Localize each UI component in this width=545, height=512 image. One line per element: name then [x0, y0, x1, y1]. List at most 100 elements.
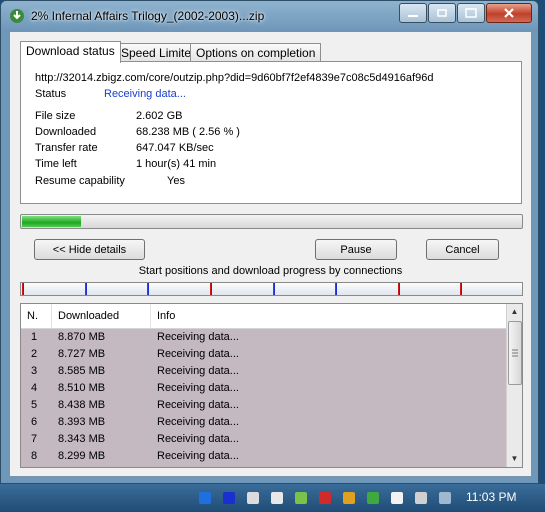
downloaded-label: Downloaded — [35, 126, 97, 138]
table-scrollbar[interactable]: ▲ ▼ — [506, 304, 522, 467]
column-header-number[interactable]: N. — [21, 304, 52, 328]
tab-speed-limiter[interactable]: Speed Limiter — [115, 43, 202, 62]
downloaded-value: 68.238 MB ( 2.56 % ) — [136, 126, 240, 138]
shield-icon[interactable] — [365, 490, 381, 506]
cell-info: Receiving data... — [157, 450, 239, 462]
cell-downloaded: 8.510 MB — [58, 382, 106, 394]
connections-progress-bar — [20, 282, 523, 296]
cell-number: 2 — [31, 348, 38, 360]
resume-capability-label: Resume capability — [35, 175, 125, 187]
connection-progress-marker — [399, 283, 400, 295]
monitor-icon[interactable] — [437, 490, 453, 506]
cell-number: 8 — [31, 450, 38, 462]
cell-number: 7 — [31, 433, 38, 445]
antivirus-icon[interactable] — [317, 490, 333, 506]
device-icon[interactable] — [413, 490, 429, 506]
network-icon[interactable] — [269, 490, 285, 506]
cancel-button[interactable]: Cancel — [426, 239, 499, 260]
cell-number: 6 — [31, 416, 38, 428]
close-button[interactable] — [486, 3, 532, 23]
tab-options-on-completion[interactable]: Options on completion — [190, 43, 322, 62]
app-icon[interactable] — [341, 490, 357, 506]
idm-app-icon — [10, 9, 24, 23]
cell-downloaded: 8.343 MB — [58, 433, 106, 445]
file-size-value: 2.602 GB — [136, 110, 183, 122]
cell-info: Receiving data... — [157, 433, 239, 445]
table-row[interactable]: 1 8.870 MB Receiving data... — [21, 329, 507, 346]
close-icon — [504, 8, 514, 18]
cell-downloaded: 8.438 MB — [58, 399, 106, 411]
minimize-icon — [408, 15, 418, 17]
connection-progress-marker — [148, 283, 149, 295]
status-label: Status — [35, 88, 67, 100]
minimize-button[interactable] — [399, 3, 427, 23]
restore-icon — [437, 9, 447, 17]
download-progress-bar — [20, 214, 523, 229]
cell-info: Receiving data... — [157, 382, 239, 394]
scroll-thumb[interactable] — [508, 321, 522, 385]
scroll-up-icon[interactable]: ▲ — [507, 304, 522, 320]
time-left-value: 1 hour(s) 41 min — [136, 158, 217, 170]
transfer-rate-value: 647.047 KB/sec — [136, 142, 214, 154]
table-row[interactable]: 7 8.343 MB Receiving data... — [21, 431, 507, 448]
connection-progress-marker — [23, 283, 24, 295]
connection-progress-marker — [336, 283, 337, 295]
progress-fill — [22, 216, 81, 227]
column-header-info[interactable]: Info — [151, 304, 507, 328]
connection-progress-marker — [461, 283, 462, 295]
cell-number: 5 — [31, 399, 38, 411]
table-row[interactable]: 2 8.727 MB Receiving data... — [21, 346, 507, 363]
table-row[interactable]: 4 8.510 MB Receiving data... — [21, 380, 507, 397]
transfer-rate-label: Transfer rate — [35, 142, 98, 154]
download-status-panel: http://32014.zbigz.com/core/outzip.php?d… — [20, 61, 522, 204]
download-window: 2% Infernal Affairs Trilogy_(2002-2003).… — [0, 0, 539, 484]
display-icon[interactable] — [221, 490, 237, 506]
flag-notify-icon[interactable] — [389, 490, 405, 506]
cell-downloaded: 8.870 MB — [58, 331, 106, 343]
download-url: http://32014.zbigz.com/core/outzip.php?d… — [35, 72, 434, 84]
table-header: N. Downloaded Info — [21, 304, 507, 329]
table-row[interactable]: 8 8.299 MB Receiving data... — [21, 448, 507, 465]
cell-info: Receiving data... — [157, 365, 239, 377]
cell-number: 3 — [31, 365, 38, 377]
resume-capability-value: Yes — [167, 175, 185, 187]
cell-info: Receiving data... — [157, 399, 239, 411]
column-header-downloaded[interactable]: Downloaded — [52, 304, 151, 328]
title-bar[interactable]: 2% Infernal Affairs Trilogy_(2002-2003).… — [1, 1, 538, 31]
connection-progress-marker — [274, 283, 275, 295]
connection-progress-marker — [211, 283, 212, 295]
cell-downloaded: 8.393 MB — [58, 416, 106, 428]
cell-downloaded: 8.585 MB — [58, 365, 106, 377]
cell-number: 1 — [31, 331, 38, 343]
table-row[interactable]: 5 8.438 MB Receiving data... — [21, 397, 507, 414]
restore-button[interactable] — [428, 3, 456, 23]
cell-downloaded: 8.727 MB — [58, 348, 106, 360]
pause-button[interactable]: Pause — [315, 239, 397, 260]
taskbar: 11:03 PM — [0, 484, 545, 512]
cell-info: Receiving data... — [157, 348, 239, 360]
file-size-label: File size — [35, 110, 76, 122]
status-value: Receiving data... — [104, 88, 186, 100]
cell-number: 4 — [31, 382, 38, 394]
taskbar-clock[interactable]: 11:03 PM — [466, 490, 516, 504]
table-row[interactable]: 3 8.585 MB Receiving data... — [21, 363, 507, 380]
connection-progress-marker — [86, 283, 87, 295]
tab-download-status[interactable]: Download status — [20, 41, 121, 63]
connections-table[interactable]: N. Downloaded Info 1 8.870 MB Receiving da… — [20, 303, 523, 468]
dialog-body: Download status Speed Limiter Options on… — [9, 31, 532, 477]
grip-icon — [512, 349, 518, 357]
hide-details-button[interactable]: << Hide details — [34, 239, 145, 260]
speaker-icon[interactable] — [245, 490, 261, 506]
table-rows: 1 8.870 MB Receiving data... 2 8.727 MB Recei… — [21, 329, 507, 465]
cell-info: Receiving data... — [157, 416, 239, 428]
download-icon[interactable] — [293, 490, 309, 506]
table-row[interactable]: 6 8.393 MB Receiving data... — [21, 414, 507, 431]
cell-info: Receiving data... — [157, 331, 239, 343]
connections-label: Start positions and download progress by… — [138, 265, 403, 277]
maximize-icon — [465, 8, 477, 18]
cell-downloaded: 8.299 MB — [58, 450, 106, 462]
scroll-down-icon[interactable]: ▼ — [507, 451, 522, 467]
window-title: 2% Infernal Affairs Trilogy_(2002-2003).… — [31, 9, 265, 23]
flag-icon[interactable] — [197, 490, 213, 506]
maximize-button[interactable] — [457, 3, 485, 23]
